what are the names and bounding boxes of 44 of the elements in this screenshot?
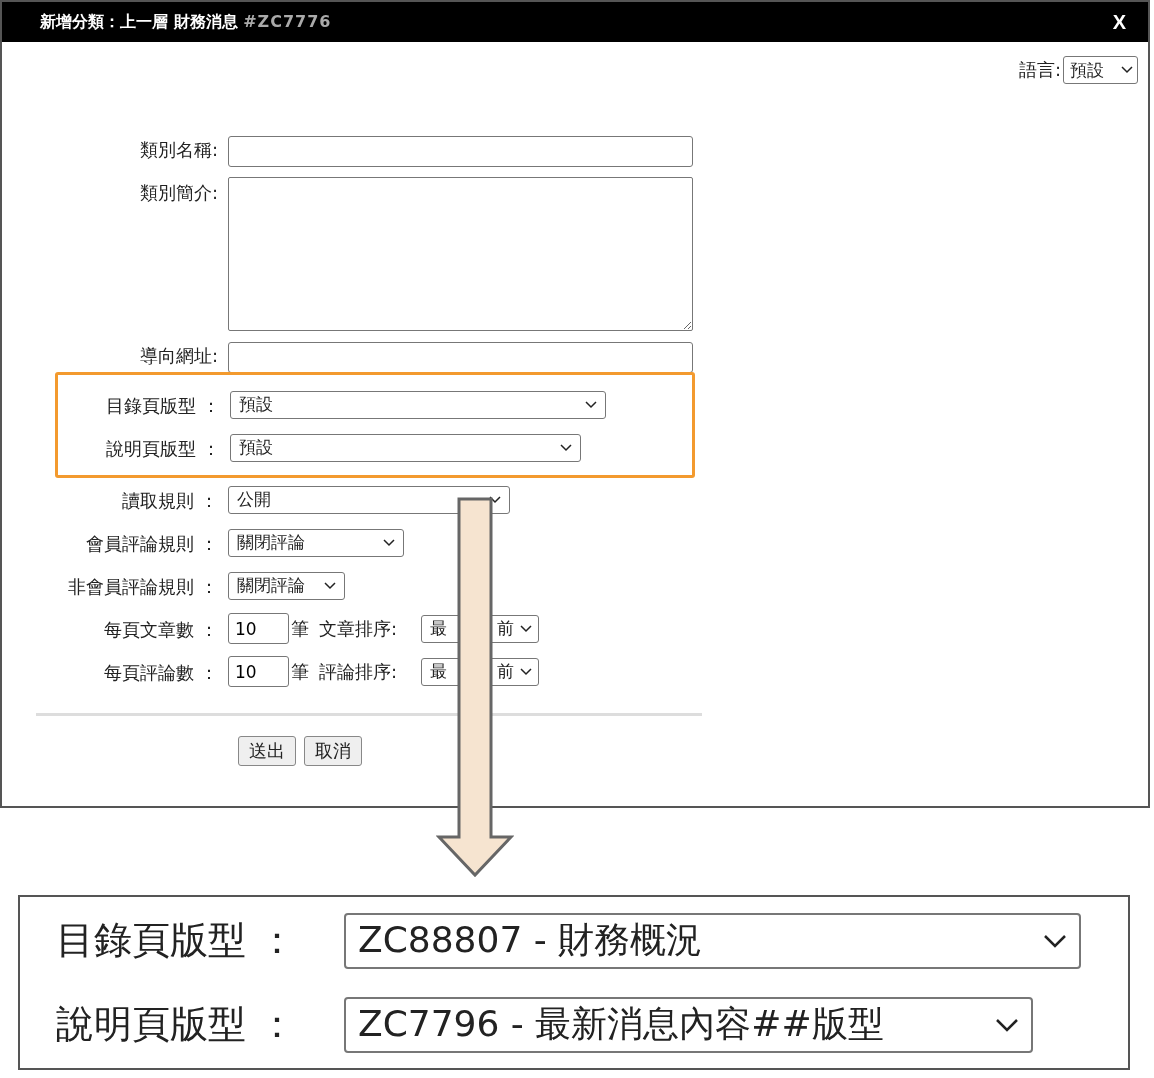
select-field[interactable]: 預設 xyxy=(230,390,606,419)
field-label: 說明頁版型 ： xyxy=(56,1001,298,1048)
field-label: 每頁文章數 ： xyxy=(103,617,219,642)
field-label: 說明頁版型 ： xyxy=(105,436,221,461)
select-field[interactable]: 公開 xyxy=(228,485,510,514)
unit-label: 筆 xyxy=(291,616,309,641)
unit-label: 筆 xyxy=(291,659,309,684)
caret-icon xyxy=(1121,66,1133,74)
sort-label: 評論排序: xyxy=(319,659,398,684)
caret-icon xyxy=(560,443,572,452)
select-field[interactable]: 關閉評論 xyxy=(228,528,404,557)
caret-icon xyxy=(1043,933,1067,948)
select-field[interactable]: ZC88807 - 財務概況 xyxy=(344,912,1081,969)
caret-icon xyxy=(520,624,533,633)
field-label: 每頁評論數 ： xyxy=(103,660,219,685)
field-label: 非會員評論規則 ： xyxy=(67,574,219,599)
field-label: 類別名稱: xyxy=(138,138,219,162)
field-label: 會員評論規則 ： xyxy=(85,531,219,556)
caret-icon xyxy=(324,581,336,590)
field-label: 目錄頁版型 ： xyxy=(105,393,221,418)
caret-icon xyxy=(520,667,533,676)
input-field[interactable]: 10 xyxy=(228,656,289,687)
select-field[interactable]: 預設 xyxy=(230,433,581,462)
caret-icon xyxy=(995,1017,1019,1032)
language-label: 語言: xyxy=(1018,58,1061,82)
field-label: 目錄頁版型 ： xyxy=(56,917,298,964)
caret-icon xyxy=(383,538,395,547)
cancel-button[interactable]: 取消 xyxy=(304,736,362,766)
field-label: 類別簡介: xyxy=(138,181,219,205)
description-field[interactable] xyxy=(228,177,693,331)
field-label: 導向網址: xyxy=(138,344,219,368)
language-select[interactable]: 預設 xyxy=(1063,56,1138,84)
sort-label: 文章排序: xyxy=(319,616,398,641)
input-field[interactable] xyxy=(228,136,693,167)
caret-icon xyxy=(489,495,501,504)
select-field[interactable]: ZC7796 - 最新消息內容##版型 xyxy=(344,996,1033,1053)
select-field[interactable]: 關閉評論 xyxy=(228,571,345,600)
caret-icon xyxy=(585,400,597,409)
close-button[interactable]: X xyxy=(1112,10,1126,34)
window-title: 新增分類：上一層 財務消息 #ZC7776 xyxy=(40,11,332,33)
input-field[interactable] xyxy=(228,342,693,373)
submit-button[interactable]: 送出 xyxy=(238,736,296,766)
input-field[interactable]: 10 xyxy=(228,613,289,644)
field-label: 讀取規則 ： xyxy=(121,488,219,513)
